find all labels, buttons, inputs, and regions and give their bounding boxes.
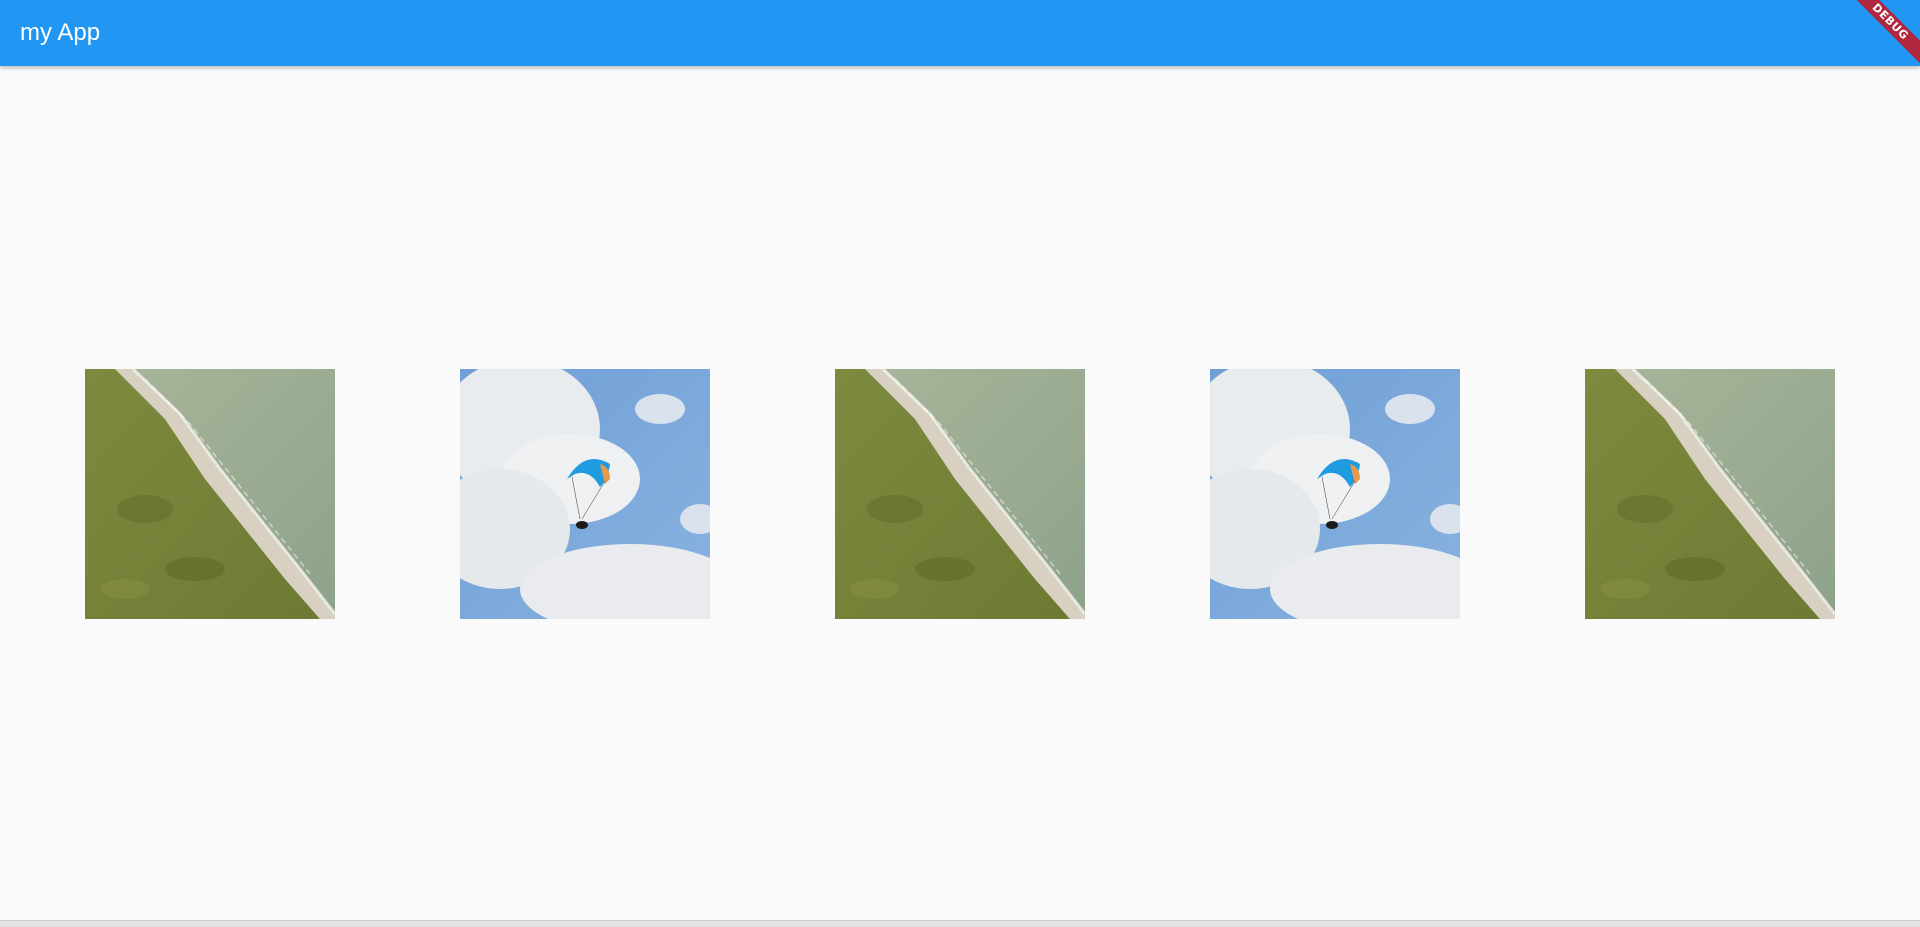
- app-bar: my App: [0, 0, 1920, 66]
- coastline-image: [1585, 369, 1835, 619]
- debug-banner-label: DEBUG: [1848, 0, 1920, 71]
- gallery-image-paraglider[interactable]: [460, 369, 710, 619]
- coastline-image: [85, 369, 335, 619]
- gallery-image-coastline[interactable]: [1585, 369, 1835, 619]
- app-title: my App: [20, 19, 101, 46]
- debug-banner: DEBUG: [1848, 0, 1920, 72]
- gallery-image-coastline[interactable]: [85, 369, 335, 619]
- paraglider-image: [460, 369, 710, 619]
- gallery: [0, 66, 1920, 920]
- coastline-image: [835, 369, 1085, 619]
- gallery-image-coastline[interactable]: [835, 369, 1085, 619]
- paraglider-image: [1210, 369, 1460, 619]
- gallery-image-paraglider[interactable]: [1210, 369, 1460, 619]
